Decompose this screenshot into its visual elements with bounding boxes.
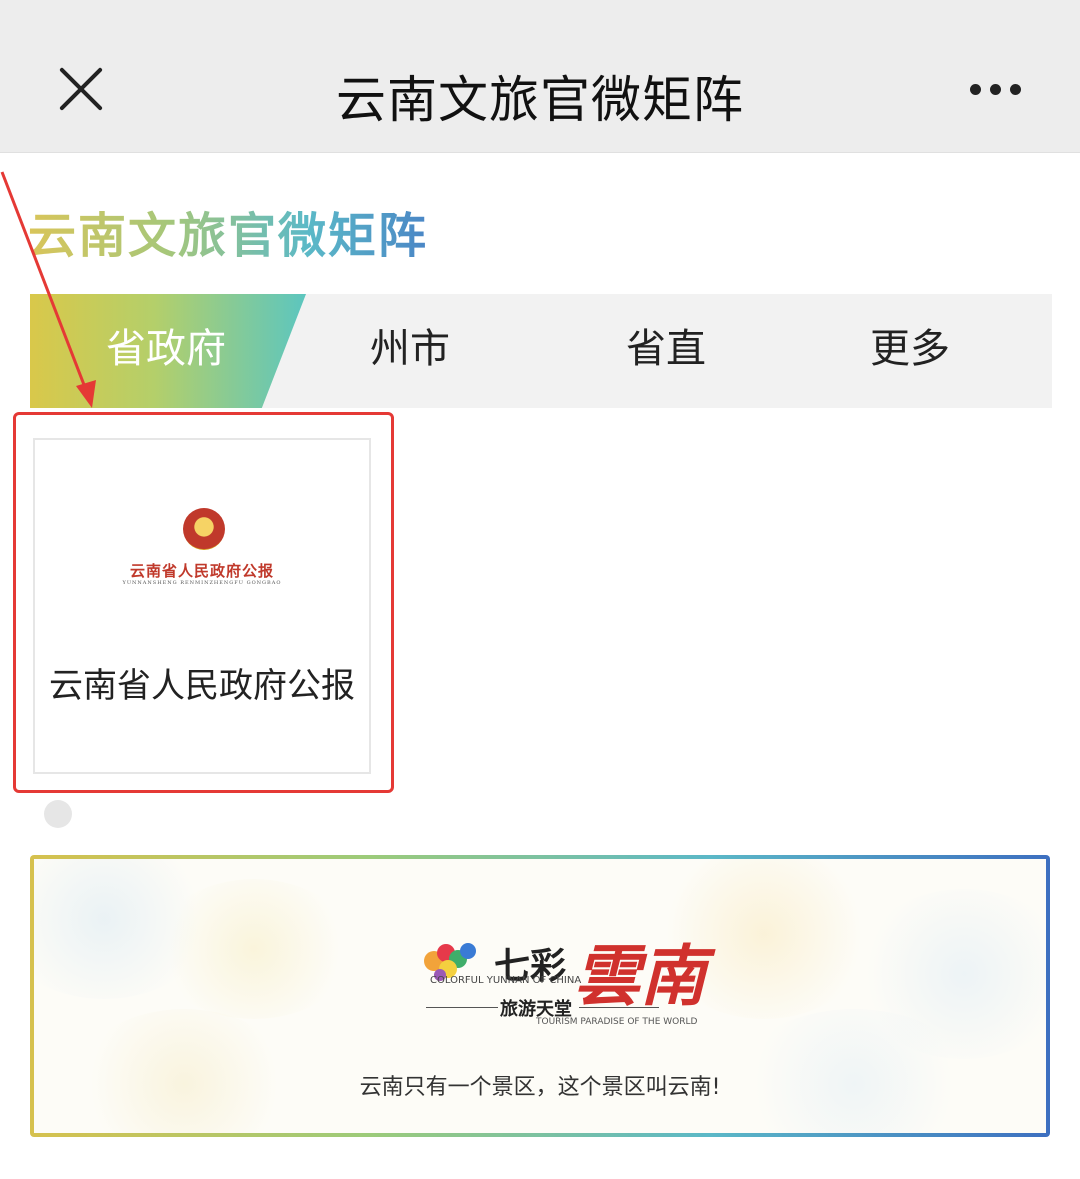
logo-tourism-en: TOURISM PARADISE OF THE WORLD bbox=[536, 1017, 698, 1027]
tab-more[interactable]: 更多 bbox=[810, 294, 1010, 408]
tab-prefectures[interactable]: 州市 bbox=[310, 294, 510, 408]
banner-slogan: 云南只有一个景区，这个景区叫云南! bbox=[359, 1075, 721, 1100]
annotation-arrow bbox=[0, 171, 96, 408]
logo-divider bbox=[579, 1007, 659, 1008]
logo-divider bbox=[426, 1007, 498, 1008]
category-tabs: 省政府 州市 省直 更多 bbox=[30, 294, 1052, 408]
pagination-dot bbox=[44, 800, 72, 828]
tab-provincial-departments[interactable]: 省直 bbox=[566, 294, 766, 408]
cloud-pattern bbox=[154, 879, 354, 1019]
yunnan-banner[interactable]: 七彩 雲南 COLORFUL YUNNAN OF CHINA 旅游天堂 TOUR… bbox=[30, 855, 1050, 1137]
national-emblem-icon bbox=[183, 508, 225, 550]
logo-yunnan-text: 雲南 bbox=[574, 937, 706, 1015]
more-options-icon[interactable] bbox=[970, 80, 1030, 100]
top-nav-bar: 云南文旅官微矩阵 bbox=[0, 0, 1080, 153]
account-name: 云南省人民政府公报 bbox=[49, 666, 355, 706]
account-card[interactable]: 云南省人民政府公报 YUNNANSHENG RENMINZHENGFU GONG… bbox=[33, 438, 371, 774]
logo-colorful-en: COLORFUL YUNNAN OF CHINA bbox=[430, 975, 582, 986]
account-logo-text: 云南省人民政府公报 bbox=[129, 562, 274, 580]
page-title: 云南文旅官微矩阵 bbox=[336, 71, 744, 129]
account-logo-subtext: YUNNANSHENG RENMINZHENGFU GONGBAO bbox=[122, 580, 282, 586]
